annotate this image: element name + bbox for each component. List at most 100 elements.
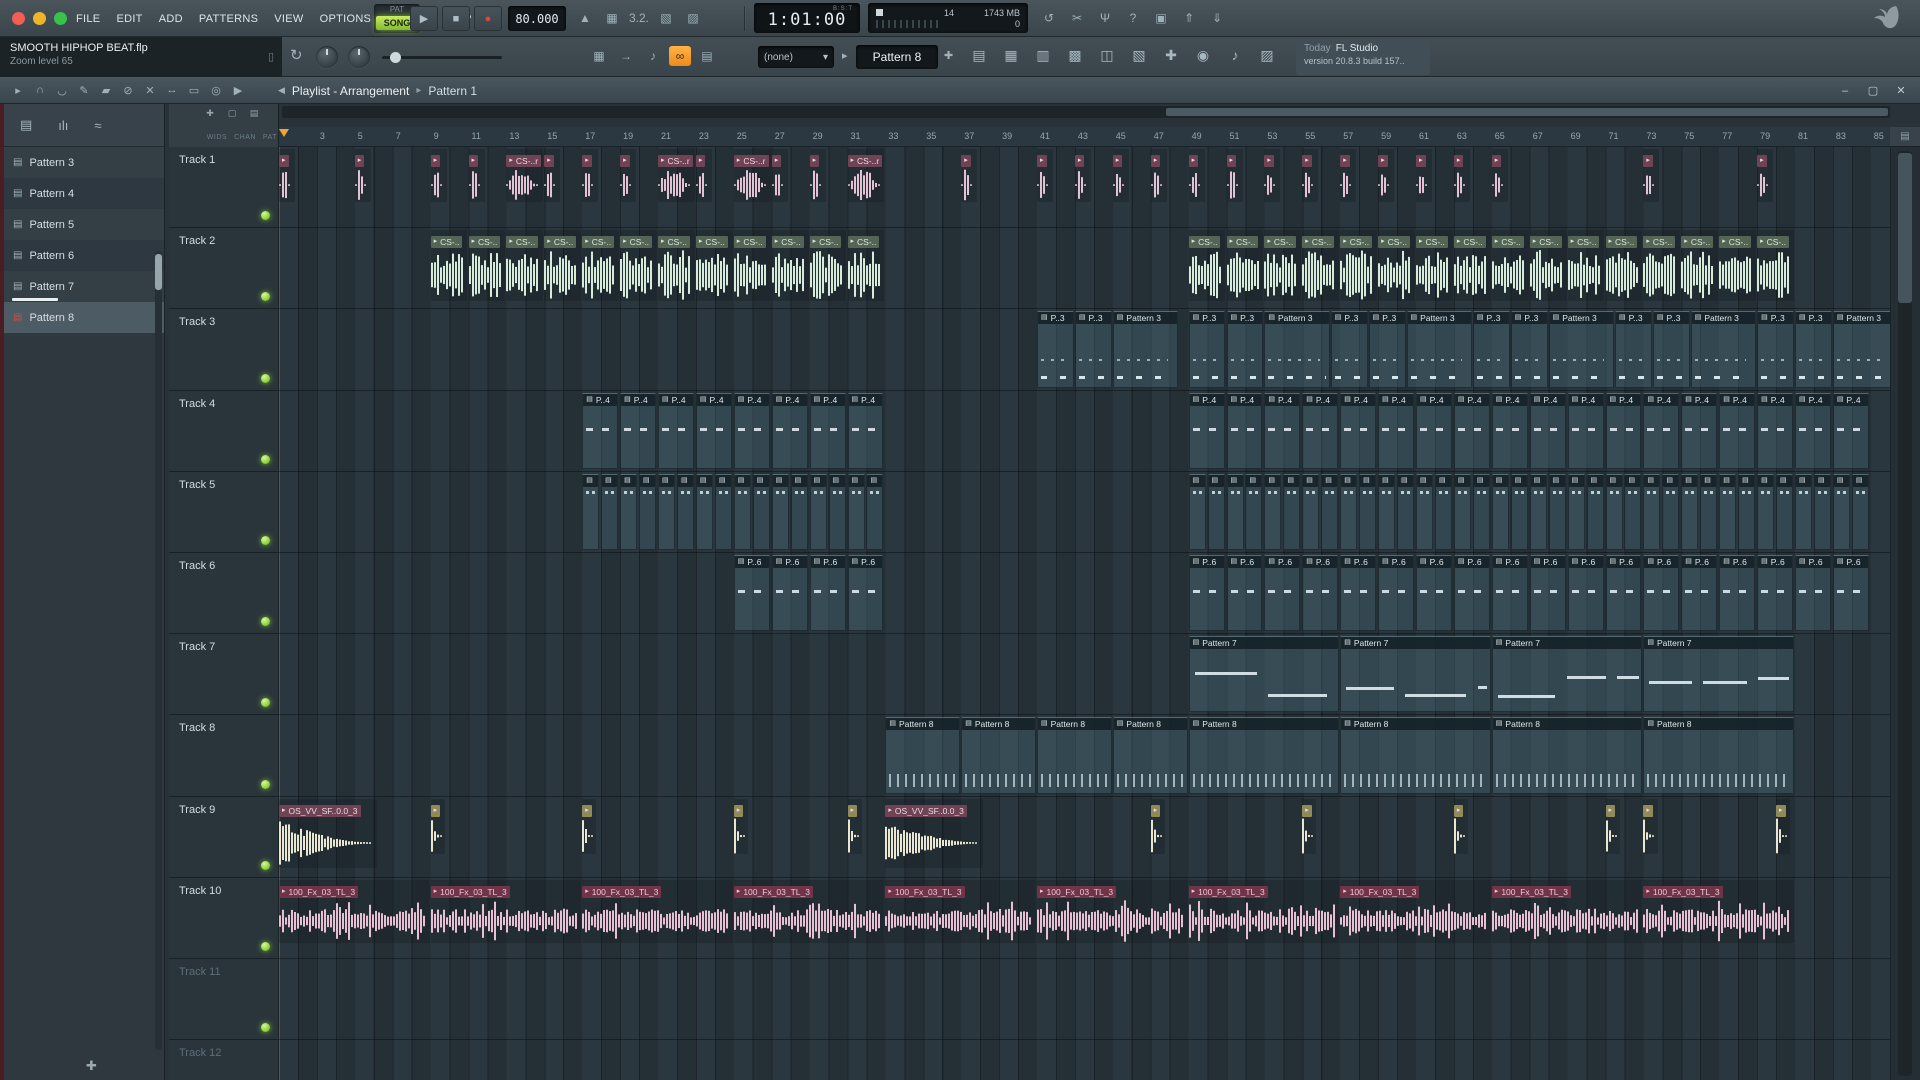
pattern-clip-p-6[interactable]: ▤ P..6: [1567, 555, 1604, 632]
pattern-clip-p-6[interactable]: ▤ P..6: [1264, 555, 1301, 632]
pattern-clip-p-6[interactable]: ▤ P..6: [1302, 555, 1339, 632]
clip-header[interactable]: ▤ P..6: [1303, 556, 1338, 568]
clip-header[interactable]: ▸ CS-..: [1226, 236, 1259, 249]
clip-header[interactable]: ▤ P..4: [848, 393, 883, 406]
audio-clip-100-fx-03-tl-3[interactable]: ▸ 100_Fx_03_TL_3: [430, 879, 582, 943]
clip-header[interactable]: ▸ CS-..: [430, 236, 463, 249]
clip-header[interactable]: ▤ P..4: [734, 393, 769, 406]
clip-header[interactable]: ▤: [791, 474, 807, 487]
clip-header[interactable]: ▤: [1473, 474, 1489, 487]
typing-to-piano-icon[interactable]: ▦: [601, 8, 623, 28]
audio-clip[interactable]: ▸: [1264, 149, 1281, 202]
overdub-icon[interactable]: ▨: [682, 8, 704, 28]
pattern-clip[interactable]: ▤: [1416, 473, 1433, 550]
clip-header[interactable]: ▤ Pattern 3: [1833, 312, 1890, 325]
pattern-clip-p-6[interactable]: ▤ P..6: [809, 555, 846, 632]
pattern-clip-p-4[interactable]: ▤ P..4: [733, 392, 770, 469]
pattern-clip[interactable]: ▤: [1340, 473, 1358, 550]
audio-clip[interactable]: ▸: [1302, 149, 1319, 202]
clip-header[interactable]: ▸: [1605, 804, 1616, 817]
pattern-clip-pattern-8[interactable]: ▤ Pattern 8: [1188, 717, 1340, 794]
clip-header[interactable]: ▸ CS-..: [733, 236, 766, 249]
pattern-clip[interactable]: ▤: [847, 473, 865, 550]
clip-header[interactable]: ▸ 100_Fx_03_TL_3: [279, 885, 359, 898]
menu-add[interactable]: ADD: [159, 13, 183, 25]
clip-header[interactable]: ▤ Pattern 8: [886, 718, 960, 731]
pattern-play-icon[interactable]: ▸: [842, 49, 848, 62]
zoom-slider[interactable]: [382, 52, 502, 63]
audio-clip-cs[interactable]: ▸ CS-..: [771, 230, 809, 302]
clip-header[interactable]: ▸ CS-..r: [733, 155, 769, 167]
pattern-clip[interactable]: ▤: [1434, 473, 1452, 550]
vertical-scrollbar-thumb[interactable]: [1898, 153, 1912, 303]
audio-clip-100-fx-03-tl-3[interactable]: ▸ 100_Fx_03_TL_3: [279, 879, 430, 943]
pattern-clip-p-6[interactable]: ▤ P..6: [1832, 555, 1869, 632]
clip-header[interactable]: ▤ P..3: [1796, 312, 1831, 325]
pattern-clip-p-4[interactable]: ▤ P..4: [1605, 392, 1642, 469]
clip-header[interactable]: ▸ CS-..: [1188, 236, 1221, 249]
clip-header[interactable]: ▤ Pattern 8: [1113, 718, 1187, 731]
clip-header[interactable]: ▤ P..3: [1227, 312, 1263, 325]
clip-header[interactable]: ▤ Pattern 3: [1549, 312, 1613, 325]
grid-icon[interactable]: ▦: [588, 46, 610, 66]
pattern-clip-p-4[interactable]: ▤ P..4: [1416, 392, 1452, 469]
clip-header[interactable]: ▸: [1416, 155, 1426, 167]
audio-clip-100-fx-03-tl-3[interactable]: ▸ 100_Fx_03_TL_3: [1037, 879, 1188, 943]
clip-header[interactable]: ▸ CS-..: [1719, 236, 1752, 249]
close-window-button[interactable]: [12, 12, 25, 25]
pattern-clip[interactable]: ▤: [1586, 473, 1604, 550]
pattern-clip-p-6[interactable]: ▤ P..6: [1757, 555, 1794, 632]
pattern-clip-p-4[interactable]: ▤ P..4: [1378, 392, 1415, 469]
clip-header[interactable]: ▸: [1643, 155, 1653, 167]
clip-header[interactable]: ▤: [1360, 474, 1376, 487]
pattern-clip-p-3[interactable]: ▤ P..3: [1757, 311, 1794, 388]
clip-header[interactable]: ▤ P..4: [1758, 393, 1793, 406]
pattern-clip[interactable]: ▤: [1359, 473, 1377, 550]
audio-clip[interactable]: ▸: [1150, 798, 1165, 854]
pattern-clip[interactable]: ▤: [714, 473, 732, 550]
pattern-clip-pattern-3[interactable]: ▤ Pattern 3: [1406, 311, 1472, 388]
clip-header[interactable]: ▤ P..4: [696, 393, 731, 406]
audio-clip[interactable]: ▸: [582, 149, 599, 202]
playlist-menu-icon[interactable]: ▸: [8, 80, 28, 100]
track-led[interactable]: [261, 535, 270, 545]
track-led[interactable]: [261, 617, 270, 627]
clip-header[interactable]: ▤ P..4: [583, 393, 618, 406]
options-button[interactable]: ▨: [1256, 45, 1278, 65]
clip-header[interactable]: ▤: [696, 474, 712, 487]
pattern-clip-p-6[interactable]: ▤ P..6: [847, 555, 884, 632]
audio-clip-cs[interactable]: ▸ CS-..: [695, 230, 733, 302]
clip-header[interactable]: ▸ 100_Fx_03_TL_3: [733, 885, 813, 898]
clip-header[interactable]: ▸ CS-..: [1453, 236, 1486, 249]
pattern-clip[interactable]: ▤: [809, 473, 827, 550]
pattern-clip-p-3[interactable]: ▤ P..3: [1037, 311, 1074, 388]
clip-header[interactable]: ▤: [621, 474, 637, 487]
pattern-clip[interactable]: ▤: [1795, 473, 1812, 550]
master-volume-knob[interactable]: [316, 46, 338, 68]
clip-header[interactable]: ▸: [1264, 155, 1274, 167]
pattern-clip-pattern-8[interactable]: ▤ Pattern 8: [1643, 717, 1794, 794]
cut-icon[interactable]: ✂: [1066, 8, 1088, 28]
clip-header[interactable]: ▤: [640, 474, 656, 487]
clip-header[interactable]: ▤ Pattern 3: [1265, 312, 1329, 325]
pattern-clip-pattern-8[interactable]: ▤ Pattern 8: [885, 717, 961, 794]
clip-header[interactable]: ▤ P..4: [1720, 393, 1755, 406]
close-button[interactable]: ✕: [1894, 81, 1908, 101]
audio-clip-cs[interactable]: ▸ CS-..: [1340, 230, 1378, 302]
pattern-clip[interactable]: ▤: [1681, 473, 1699, 550]
clip-header[interactable]: ▤ P..4: [810, 393, 845, 406]
pattern-clip[interactable]: ▤: [1757, 473, 1775, 550]
clip-header[interactable]: ▸ 100_Fx_03_TL_3: [885, 885, 965, 898]
master-pitch-knob[interactable]: [348, 46, 370, 68]
clip-header[interactable]: ▤: [602, 474, 618, 487]
clip-header[interactable]: ▸: [468, 155, 479, 167]
pattern-clip[interactable]: ▤: [1472, 473, 1490, 550]
audio-clip[interactable]: ▸: [354, 149, 371, 202]
pattern-clip[interactable]: ▤: [1321, 473, 1339, 550]
export-icon[interactable]: ⇑: [1178, 8, 1200, 28]
clip-header[interactable]: ▸ 100_Fx_03_TL_3: [430, 885, 510, 898]
pattern-clip[interactable]: ▤: [1302, 473, 1320, 550]
clip-header[interactable]: ▤ P..6: [848, 556, 883, 568]
pattern-clip-p-4[interactable]: ▤ P..4: [1567, 392, 1604, 469]
snap-magnet-icon[interactable]: ◡: [52, 80, 72, 100]
